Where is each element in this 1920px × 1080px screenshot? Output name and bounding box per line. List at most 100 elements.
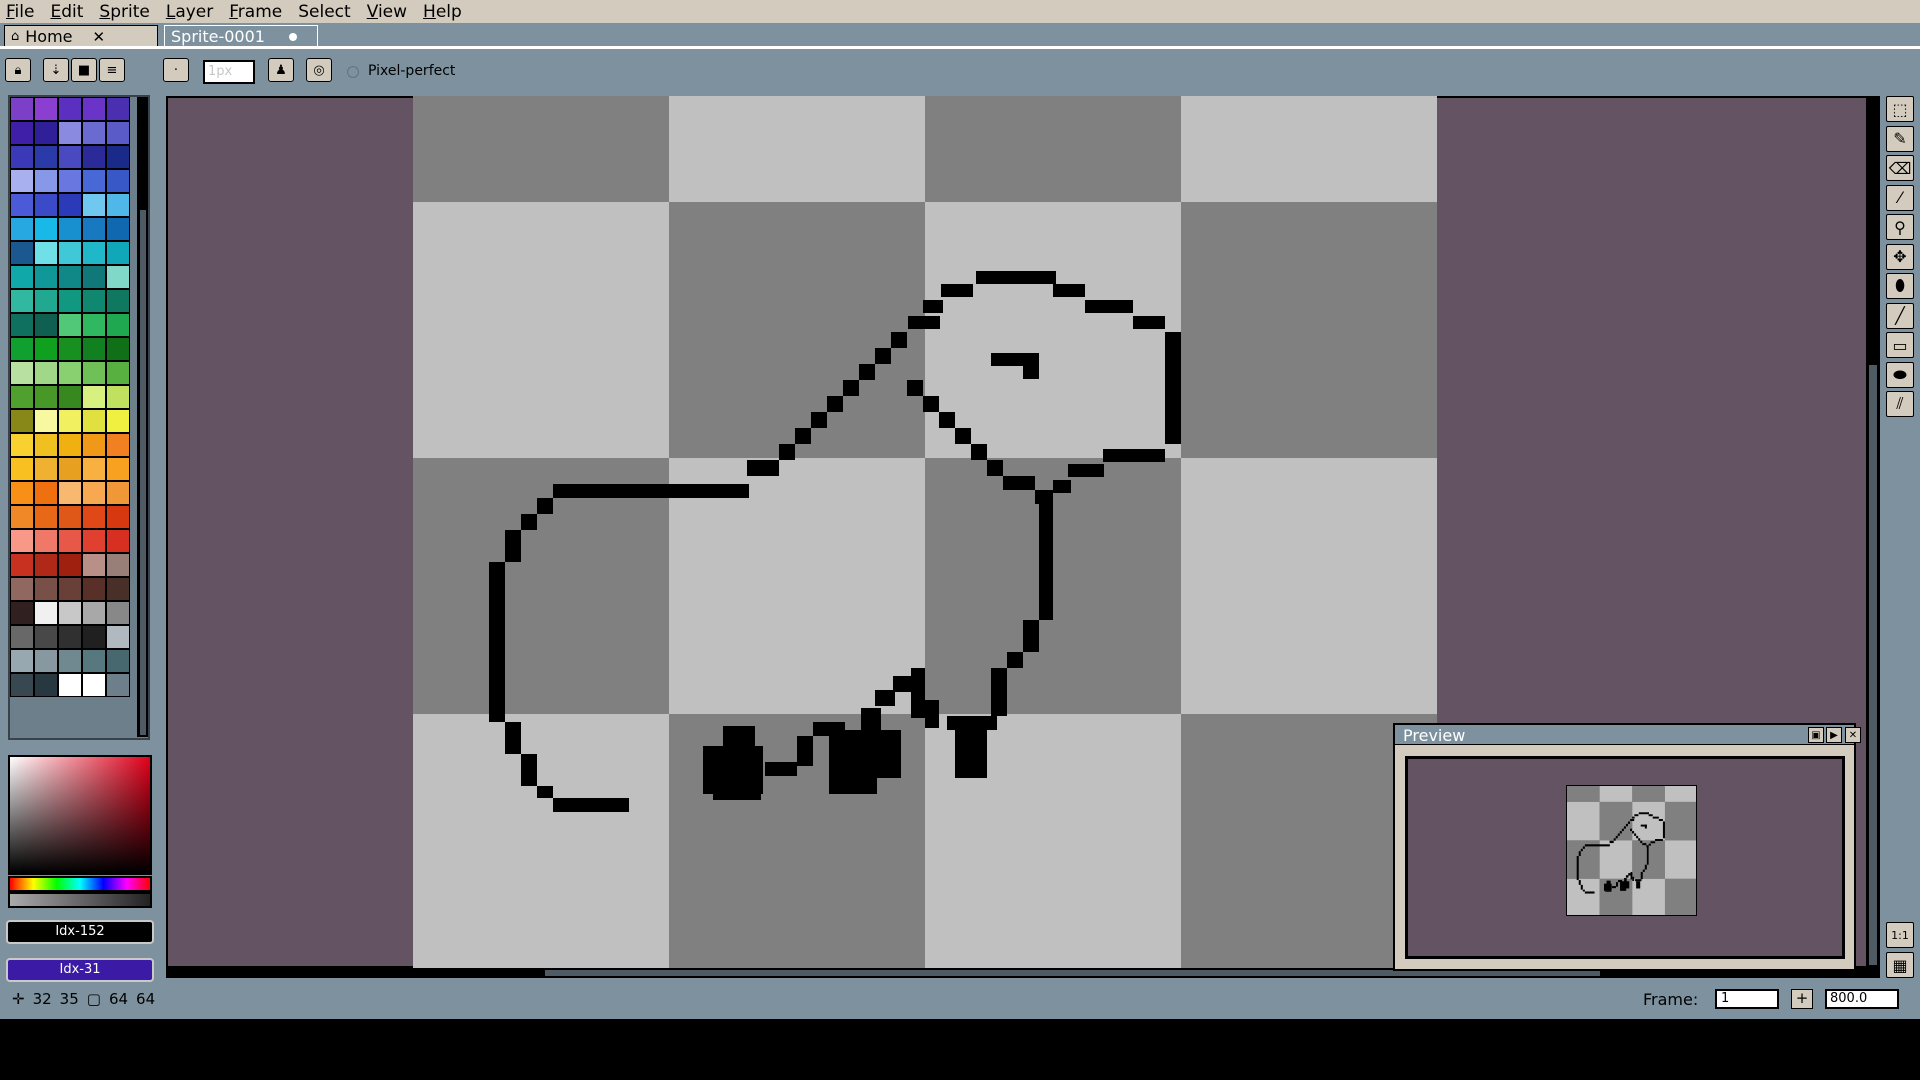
palette-swatch[interactable] — [82, 481, 106, 505]
brush-size-input[interactable]: 1px — [203, 60, 255, 84]
tab-sprite[interactable]: Sprite-0001 — [164, 25, 318, 47]
palette-swatch[interactable] — [58, 121, 82, 145]
palette-swatch[interactable] — [34, 289, 58, 313]
lock-icon[interactable]: 🔒︎ — [5, 58, 31, 82]
palette-swatch[interactable] — [106, 433, 130, 457]
palette-swatch[interactable] — [58, 673, 82, 697]
menu-select[interactable]: Select — [298, 2, 350, 22]
eraser-icon[interactable]: ⌫ — [1886, 155, 1914, 181]
palette-swatch[interactable] — [58, 529, 82, 553]
menu-frame[interactable]: Frame — [229, 2, 282, 22]
palette-swatch[interactable] — [106, 337, 130, 361]
palette-swatch[interactable] — [34, 313, 58, 337]
palette-swatch[interactable] — [58, 481, 82, 505]
palette-swatch[interactable] — [82, 673, 106, 697]
palette-swatch[interactable] — [106, 529, 130, 553]
rectangle-icon[interactable]: ▭ — [1886, 332, 1914, 358]
palette-swatch[interactable] — [34, 265, 58, 289]
palette-swatch[interactable] — [106, 313, 130, 337]
palette-swatch[interactable] — [58, 409, 82, 433]
palette-swatch[interactable] — [34, 577, 58, 601]
palette-swatch[interactable] — [82, 433, 106, 457]
palette-swatch[interactable] — [82, 145, 106, 169]
menu-help[interactable]: Help — [423, 2, 462, 22]
palette-swatch[interactable] — [106, 97, 130, 121]
palette-swatch[interactable] — [82, 649, 106, 673]
stop-icon[interactable]: ■ — [71, 58, 97, 82]
palette-swatch[interactable] — [106, 553, 130, 577]
foreground-color-button[interactable]: Idx-152 — [6, 920, 154, 944]
palette-swatch[interactable] — [34, 457, 58, 481]
palette-swatch[interactable] — [82, 193, 106, 217]
palette-swatch[interactable] — [10, 289, 34, 313]
palette-swatch[interactable] — [58, 385, 82, 409]
brush-type-icon[interactable]: · — [163, 58, 189, 82]
pencil-icon[interactable]: ✎ — [1886, 125, 1914, 152]
brush-icon[interactable]: ⫽ — [1886, 391, 1914, 417]
palette-swatch[interactable] — [10, 121, 34, 145]
preview-title[interactable]: Preview — [1393, 723, 1856, 745]
palette-swatch[interactable] — [34, 409, 58, 433]
palette-swatch[interactable] — [58, 505, 82, 529]
palette-swatch[interactable] — [10, 433, 34, 457]
menu-layer[interactable]: Layer — [166, 2, 213, 22]
palette-swatch[interactable] — [10, 553, 34, 577]
palette-swatch[interactable] — [58, 625, 82, 649]
palette-swatch[interactable] — [58, 145, 82, 169]
palette-swatch[interactable] — [58, 553, 82, 577]
palette-swatch[interactable] — [10, 361, 34, 385]
zoom-reset-button[interactable]: 1:1 — [1886, 922, 1914, 948]
palette-swatch[interactable] — [10, 673, 34, 697]
palette-swatch[interactable] — [58, 337, 82, 361]
palette-swatch[interactable] — [58, 577, 82, 601]
palette-swatch[interactable] — [106, 361, 130, 385]
palette-swatch[interactable] — [58, 361, 82, 385]
menu-sprite[interactable]: Sprite — [99, 2, 149, 22]
palette-swatch[interactable] — [10, 481, 34, 505]
palette-swatch[interactable] — [58, 97, 82, 121]
preview-settings-icon[interactable]: ▣ — [1808, 727, 1824, 743]
palette-swatch[interactable] — [82, 409, 106, 433]
close-icon[interactable]: ✕ — [93, 28, 106, 46]
palette-swatch[interactable] — [106, 577, 130, 601]
menu-view[interactable]: View — [367, 2, 407, 22]
eyedropper-icon[interactable]: ⁄ — [1886, 184, 1914, 211]
palette-swatch[interactable] — [34, 121, 58, 145]
palette-swatch[interactable] — [82, 313, 106, 337]
palette-swatch[interactable] — [10, 169, 34, 193]
palette-swatch[interactable] — [106, 289, 130, 313]
palette-swatch[interactable] — [58, 313, 82, 337]
palette-swatch[interactable] — [58, 289, 82, 313]
menu-file[interactable]: File — [6, 2, 34, 22]
palette-swatch[interactable] — [10, 409, 34, 433]
palette-swatch[interactable] — [10, 457, 34, 481]
palette-swatch[interactable] — [106, 625, 130, 649]
palette-swatch[interactable] — [82, 361, 106, 385]
palette-swatch[interactable] — [10, 337, 34, 361]
palette-swatch[interactable] — [10, 385, 34, 409]
palette-swatch[interactable] — [10, 265, 34, 289]
palette-swatch[interactable] — [106, 169, 130, 193]
sprite-canvas[interactable] — [413, 96, 1440, 968]
palette-swatch[interactable] — [82, 121, 106, 145]
add-frame-button[interactable]: + — [1791, 989, 1813, 1009]
palette-swatch[interactable] — [58, 265, 82, 289]
palette-swatch[interactable] — [10, 97, 34, 121]
palette-swatch[interactable] — [106, 505, 130, 529]
palette-swatch[interactable] — [10, 145, 34, 169]
fill-icon[interactable]: ⬮ — [1886, 273, 1914, 299]
palette-swatch[interactable] — [58, 649, 82, 673]
palette-swatch[interactable] — [82, 265, 106, 289]
palette-swatch[interactable] — [10, 577, 34, 601]
palette-swatch[interactable] — [106, 145, 130, 169]
palette-swatch[interactable] — [58, 193, 82, 217]
palette-swatch[interactable] — [106, 601, 130, 625]
color-spectrum[interactable] — [8, 755, 152, 875]
menu-edit[interactable]: Edit — [50, 2, 83, 22]
palette-swatch[interactable] — [58, 601, 82, 625]
palette-swatch[interactable] — [106, 481, 130, 505]
palette-swatch[interactable] — [82, 625, 106, 649]
palette-swatch[interactable] — [82, 337, 106, 361]
palette-swatch[interactable] — [34, 649, 58, 673]
play-icon[interactable]: ▶ — [1826, 727, 1842, 743]
